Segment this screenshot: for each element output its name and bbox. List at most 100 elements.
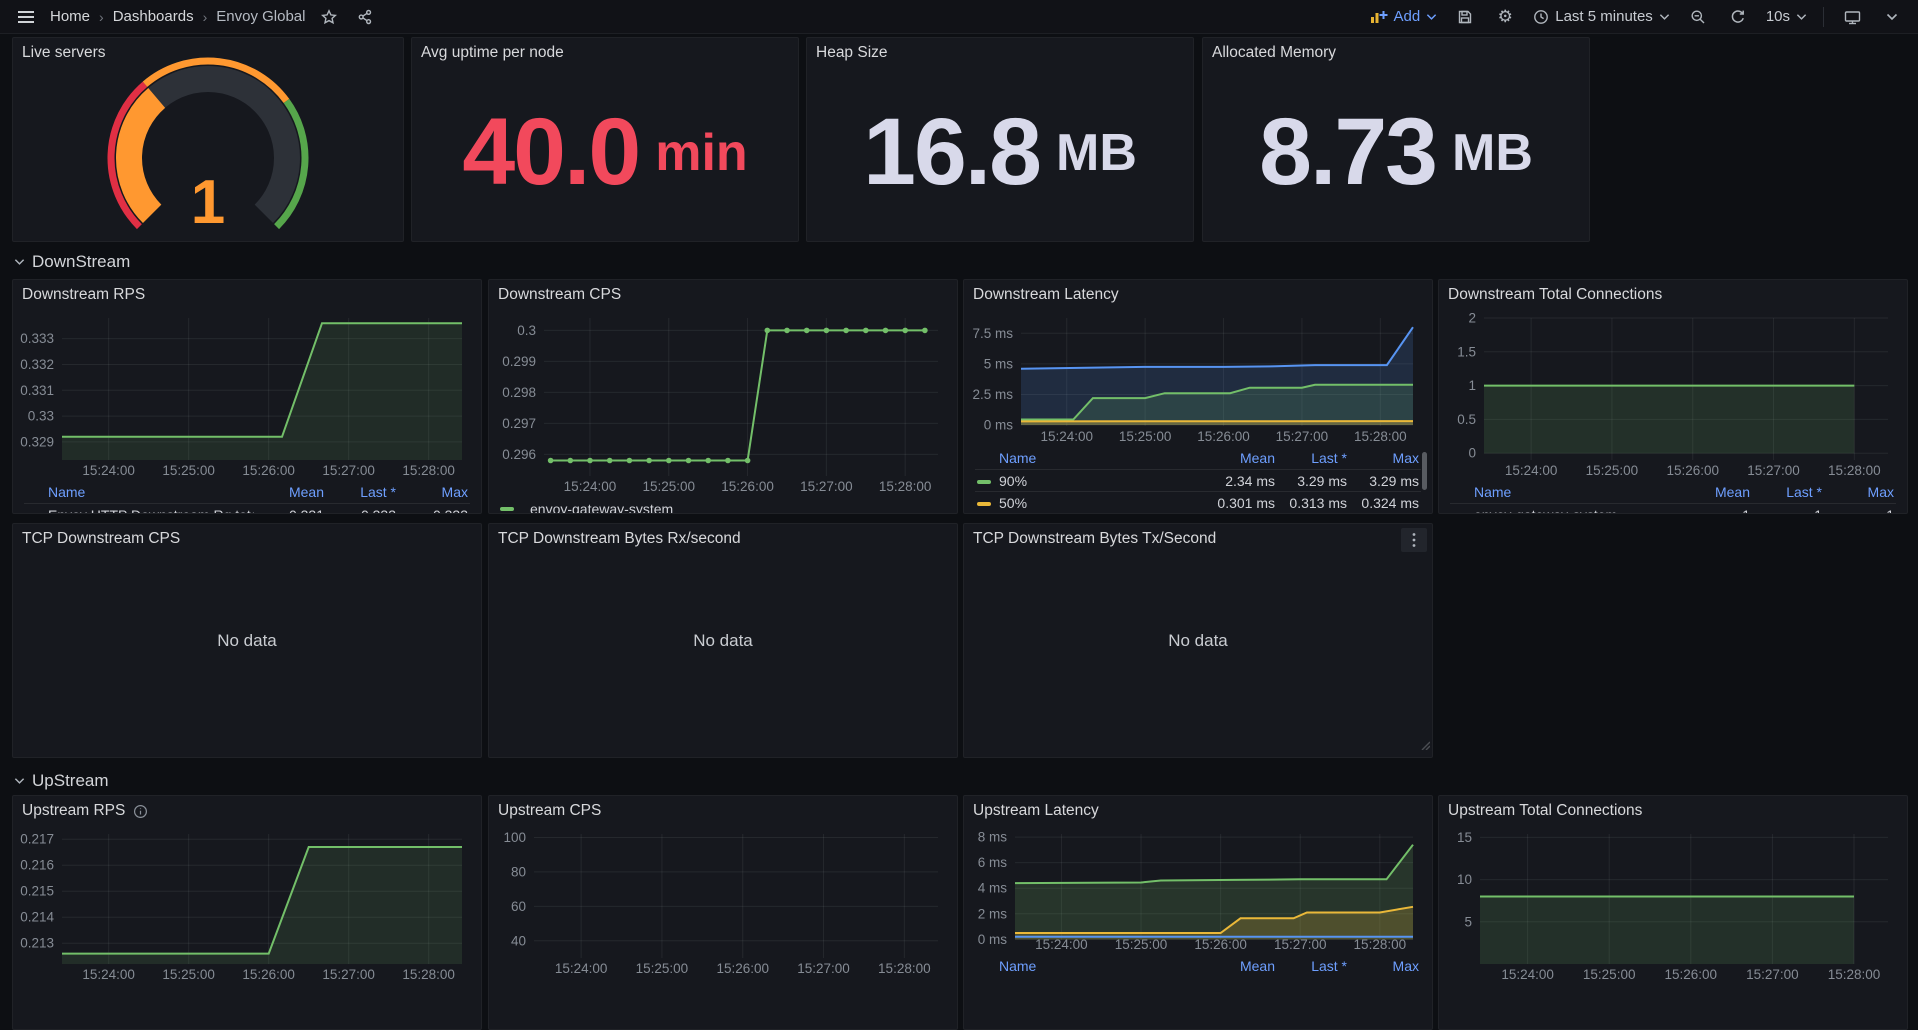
legend-header[interactable]: Name — [975, 448, 1205, 470]
legend-row[interactable]: 50%0.301 ms0.313 ms0.324 ms — [975, 492, 1421, 514]
panel-title[interactable]: Avg uptime per node — [412, 38, 798, 64]
panel-title[interactable]: Downstream Latency — [964, 280, 1432, 306]
legend-row[interactable]: Envoy HTTP Downstream Rq total0.3310.333… — [24, 504, 470, 515]
legend-value: 0.333 — [326, 504, 398, 515]
star-icon[interactable] — [317, 5, 341, 29]
panel-upstream-latency: Upstream Latency 0 ms2 ms4 ms6 ms8 ms15:… — [963, 795, 1433, 1030]
svg-text:0 ms: 0 ms — [978, 932, 1008, 947]
refresh-interval-label: 10s — [1766, 8, 1790, 25]
series-name[interactable]: envoy-gateway-system — [530, 501, 673, 514]
panel-menu-kebab-icon[interactable] — [1401, 528, 1427, 552]
legend-item[interactable]: envoy-gateway-system — [500, 498, 946, 514]
legend[interactable]: NameMeanLast *Maxenvoy-gateway-system111 — [1450, 482, 1896, 514]
legend-scrollbar[interactable] — [1422, 452, 1427, 490]
svg-text:6 ms: 6 ms — [978, 855, 1008, 870]
legend-header[interactable]: Mean — [1205, 448, 1277, 470]
legend-header[interactable]: Mean — [254, 482, 326, 504]
legend-header[interactable]: Last * — [1752, 482, 1824, 504]
tv-icon[interactable] — [1840, 5, 1864, 29]
svg-text:15:24:00: 15:24:00 — [82, 967, 135, 982]
legend-header[interactable]: Max — [1349, 448, 1421, 470]
panel-title[interactable]: Downstream RPS — [13, 280, 481, 306]
add-label: Add — [1394, 8, 1421, 25]
refresh-interval-dropdown[interactable]: 10s — [1766, 8, 1807, 25]
panel-title[interactable]: Allocated Memory — [1203, 38, 1589, 64]
stat-value: 40.0 — [462, 98, 639, 207]
series-name[interactable]: 50% — [999, 495, 1027, 511]
series-name[interactable]: Envoy HTTP Downstream Rq total — [48, 507, 254, 515]
panel-downstream-latency: Downstream Latency 0 ms2.5 ms5 ms7.5 ms1… — [963, 279, 1433, 514]
legend-header[interactable]: Max — [398, 482, 470, 504]
legend-header[interactable]: Last * — [1277, 956, 1349, 977]
panel-title[interactable]: Heap Size — [807, 38, 1193, 64]
section-upstream[interactable]: UpStream — [14, 769, 109, 793]
series-name[interactable]: envoy-gateway-system — [1474, 507, 1617, 515]
time-range-picker[interactable]: Last 5 minutes — [1533, 8, 1670, 25]
panel-tcp-downstream-cps: TCP Downstream CPS No data — [12, 523, 482, 758]
svg-text:0.216: 0.216 — [20, 858, 54, 873]
breadcrumb: Home › Dashboards › Envoy Global — [50, 8, 305, 25]
panel-title[interactable]: Downstream CPS — [489, 280, 957, 306]
legend-header[interactable]: Name — [1450, 482, 1680, 504]
panel-allocated-memory: Allocated Memory 8.73 MB — [1202, 37, 1590, 242]
legend-value: 0.333 — [398, 504, 470, 515]
gear-icon[interactable]: ⚙ — [1493, 5, 1517, 29]
panel-add-icon — [1370, 10, 1388, 24]
svg-text:1: 1 — [191, 168, 225, 237]
upstream-rps-chart: 0.2130.2140.2150.2160.21715:24:0015:25:0… — [22, 824, 472, 984]
breadcrumb-dashboards[interactable]: Dashboards — [113, 8, 194, 25]
panel-title-text: Upstream Total Connections — [1448, 802, 1642, 820]
svg-text:60: 60 — [511, 899, 526, 914]
chevron-down-icon — [14, 258, 25, 266]
legend-value: 0.324 ms — [1349, 492, 1421, 514]
legend-row[interactable]: envoy-gateway-system111 — [1450, 504, 1896, 515]
svg-text:0.331: 0.331 — [20, 383, 54, 398]
legend[interactable]: envoy-gateway-system — [500, 498, 946, 514]
legend-header[interactable]: Name — [24, 482, 254, 504]
save-icon[interactable] — [1453, 5, 1477, 29]
legend[interactable]: NameMeanLast *Max — [975, 956, 1421, 977]
section-label: UpStream — [32, 771, 109, 791]
add-button[interactable]: Add — [1370, 8, 1438, 25]
legend-header[interactable]: Mean — [1680, 482, 1752, 504]
zoom-out-icon[interactable] — [1686, 5, 1710, 29]
legend[interactable]: NameMeanLast *Max90%2.34 ms3.29 ms3.29 m… — [975, 448, 1421, 514]
svg-text:0.5: 0.5 — [1457, 412, 1476, 427]
svg-text:15:25:00: 15:25:00 — [1583, 967, 1636, 982]
panel-title[interactable]: Upstream RPS — [13, 796, 481, 822]
panel-title[interactable]: Upstream CPS — [489, 796, 957, 822]
legend-header[interactable]: Name — [975, 956, 1205, 977]
downstream-cps-chart: 0.2960.2970.2980.2990.315:24:0015:25:001… — [498, 308, 948, 496]
menu-icon[interactable] — [14, 5, 38, 29]
svg-text:15: 15 — [1457, 830, 1472, 845]
legend-header[interactable]: Mean — [1205, 956, 1277, 977]
share-icon[interactable] — [353, 5, 377, 29]
refresh-icon[interactable] — [1726, 5, 1750, 29]
breadcrumb-home[interactable]: Home — [50, 8, 90, 25]
legend-header[interactable]: Max — [1824, 482, 1896, 504]
chevron-down-icon[interactable] — [1880, 5, 1904, 29]
panel-title[interactable]: Downstream Total Connections — [1439, 280, 1907, 306]
legend-row[interactable]: 99%4.89 ms8 ms8 ms — [975, 514, 1421, 515]
legend-header[interactable]: Last * — [1277, 448, 1349, 470]
svg-text:0 ms: 0 ms — [984, 418, 1014, 433]
legend[interactable]: NameMeanLast *MaxEnvoy HTTP Downstream R… — [24, 482, 470, 514]
legend-value: 2.34 ms — [1205, 470, 1277, 492]
svg-text:15:25:00: 15:25:00 — [1586, 463, 1639, 478]
panel-title[interactable]: Upstream Total Connections — [1439, 796, 1907, 822]
svg-text:0.333: 0.333 — [20, 331, 54, 346]
svg-text:15:27:00: 15:27:00 — [797, 961, 850, 976]
svg-text:4 ms: 4 ms — [978, 881, 1008, 896]
panel-resize-handle[interactable] — [1420, 737, 1430, 755]
svg-text:15:26:00: 15:26:00 — [721, 479, 774, 494]
svg-text:0.33: 0.33 — [28, 409, 54, 424]
panel-title[interactable]: Upstream Latency — [964, 796, 1432, 822]
section-downstream[interactable]: DownStream — [14, 250, 130, 274]
svg-text:15:28:00: 15:28:00 — [402, 967, 455, 982]
panel-title-text: Upstream CPS — [498, 802, 601, 820]
legend-header[interactable]: Last * — [326, 482, 398, 504]
legend-row[interactable]: 90%2.34 ms3.29 ms3.29 ms — [975, 470, 1421, 492]
panel-upstream-rps: Upstream RPS 0.2130.2140.2150.2160.21715… — [12, 795, 482, 1030]
legend-header[interactable]: Max — [1349, 956, 1421, 977]
series-name[interactable]: 90% — [999, 473, 1027, 489]
